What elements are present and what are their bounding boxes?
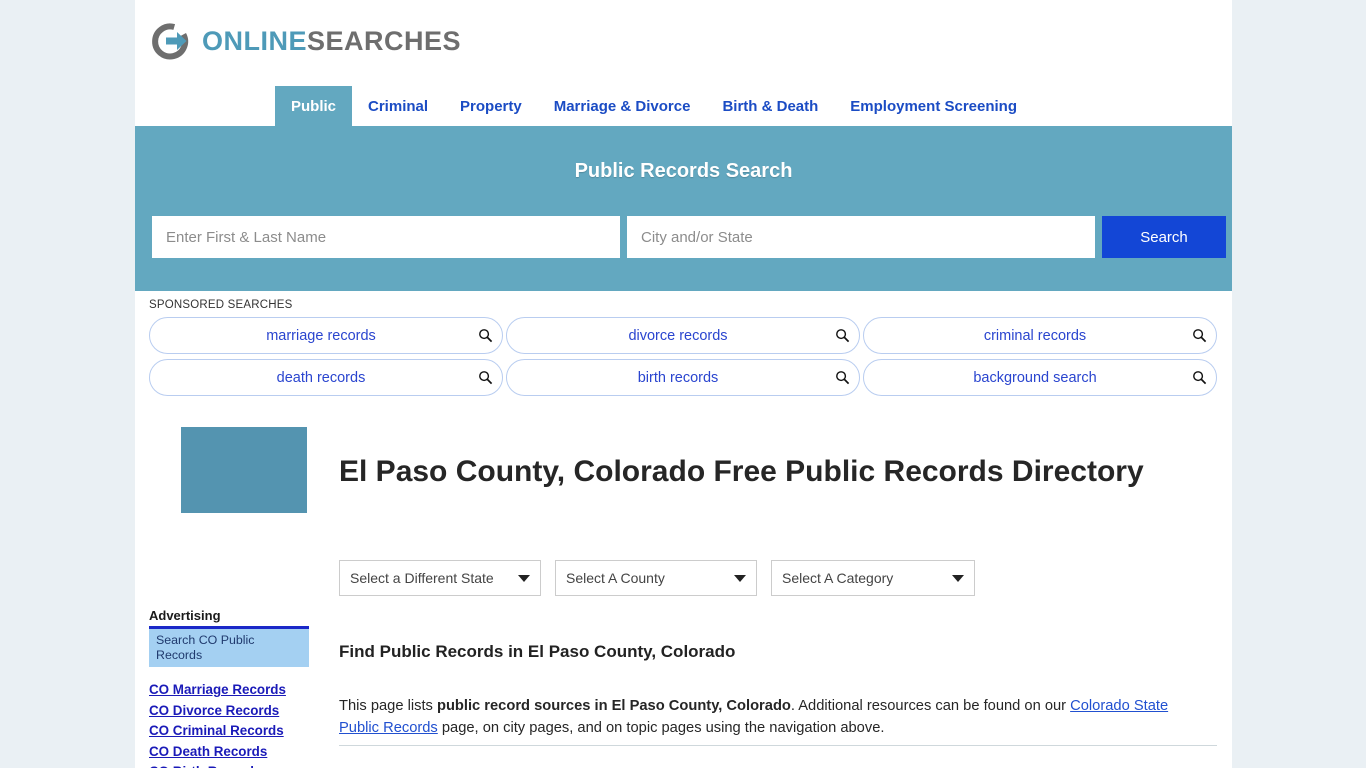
page-title: El Paso County, Colorado Free Public Rec… [339,455,1144,489]
search-icon [468,370,502,385]
sponsored-searches-list: marriage records divorce records crimina… [149,317,1217,396]
sidebar-item-co-death-records[interactable]: CO Death Records [149,742,329,763]
sidebar-item-co-criminal-records[interactable]: CO Criminal Records [149,721,329,742]
logo-wordmark: ONLINESEARCHES [202,25,462,56]
tab-employment-screening[interactable]: Employment Screening [834,86,1033,126]
logo-word-online: ONLINE [202,25,308,56]
select-state-label: Select a Different State [350,570,494,586]
tab-property[interactable]: Property [444,86,538,126]
sponsored-pill-label: birth records [637,369,719,386]
search-button[interactable]: Search [1102,216,1226,258]
section-heading-find-records: Find Public Records in El Paso County, C… [339,642,736,662]
paragraph-lead: This page lists [339,697,437,714]
site-logo[interactable]: ONLINESEARCHES [149,12,461,70]
sponsored-pill-marriage-records[interactable]: marriage records [149,317,503,354]
sidebar-item-co-divorce-records[interactable]: CO Divorce Records [149,701,329,722]
chevron-down-icon [518,574,530,582]
sidebar-links-list: CO Marriage Records CO Divorce Records C… [149,680,329,768]
circle-arrow-logo-icon [149,19,193,63]
select-category-dropdown[interactable]: Select A Category [771,560,975,596]
select-state-dropdown[interactable]: Select a Different State [339,560,541,596]
tab-criminal[interactable]: Criminal [352,86,444,126]
search-icon [1182,370,1216,385]
paragraph-tail: page, on city pages, and on topic pages … [437,719,885,736]
select-category-label: Select A Category [782,570,894,586]
sponsored-pill-label: criminal records [983,327,1087,344]
paragraph-bold: public record sources in El Paso County,… [436,697,791,714]
tab-birth-death[interactable]: Birth & Death [706,86,834,126]
filter-select-row: Select a Different State Select A County… [339,560,989,596]
main-navigation: Public Criminal Property Marriage & Divo… [135,86,1232,126]
select-county-dropdown[interactable]: Select A County [555,560,757,596]
search-form: Search [152,216,1226,258]
chevron-down-icon [734,574,746,582]
public-records-search-band: Public Records Search Search [135,126,1232,291]
search-icon [825,370,859,385]
content-container: ONLINESEARCHES Public Criminal Property … [135,0,1232,768]
search-icon [1182,328,1216,343]
county-thumbnail-image [181,427,307,513]
sidebar-ad-box[interactable]: Search CO Public Records [149,626,309,667]
tab-public[interactable]: Public [275,86,353,126]
intro-paragraph: This page lists public record sources in… [339,695,1205,739]
section-divider [339,745,1217,746]
logo-word-searches: SEARCHES [307,25,462,56]
sponsored-pill-background-search[interactable]: background search [863,359,1217,396]
sidebar-item-co-birth-records[interactable]: CO Birth Records [149,762,329,768]
tab-marriage-divorce[interactable]: Marriage & Divorce [538,86,707,126]
sponsored-pill-label: background search [973,369,1097,386]
sponsored-pill-criminal-records[interactable]: criminal records [863,317,1217,354]
sponsored-pill-label: death records [276,369,366,386]
search-icon [468,328,502,343]
search-band-title: Public Records Search [574,160,793,182]
name-search-input[interactable] [152,216,620,258]
city-state-search-input[interactable] [627,216,1095,258]
search-icon [825,328,859,343]
page-root: ONLINESEARCHES Public Criminal Property … [0,0,1366,768]
sponsored-pill-label: marriage records [266,327,376,344]
sponsored-pill-label: divorce records [628,327,728,344]
paragraph-mid: . Additional resources can be found on o… [790,697,1071,714]
sponsored-pill-birth-records[interactable]: birth records [506,359,860,396]
sidebar-item-co-marriage-records[interactable]: CO Marriage Records [149,680,329,701]
sponsored-pill-death-records[interactable]: death records [149,359,503,396]
chevron-down-icon [952,574,964,582]
select-county-label: Select A County [566,570,665,586]
sponsored-searches-label: SPONSORED SEARCHES [149,299,293,311]
sidebar-advertising-heading: Advertising [149,608,221,623]
sponsored-pill-divorce-records[interactable]: divorce records [506,317,860,354]
